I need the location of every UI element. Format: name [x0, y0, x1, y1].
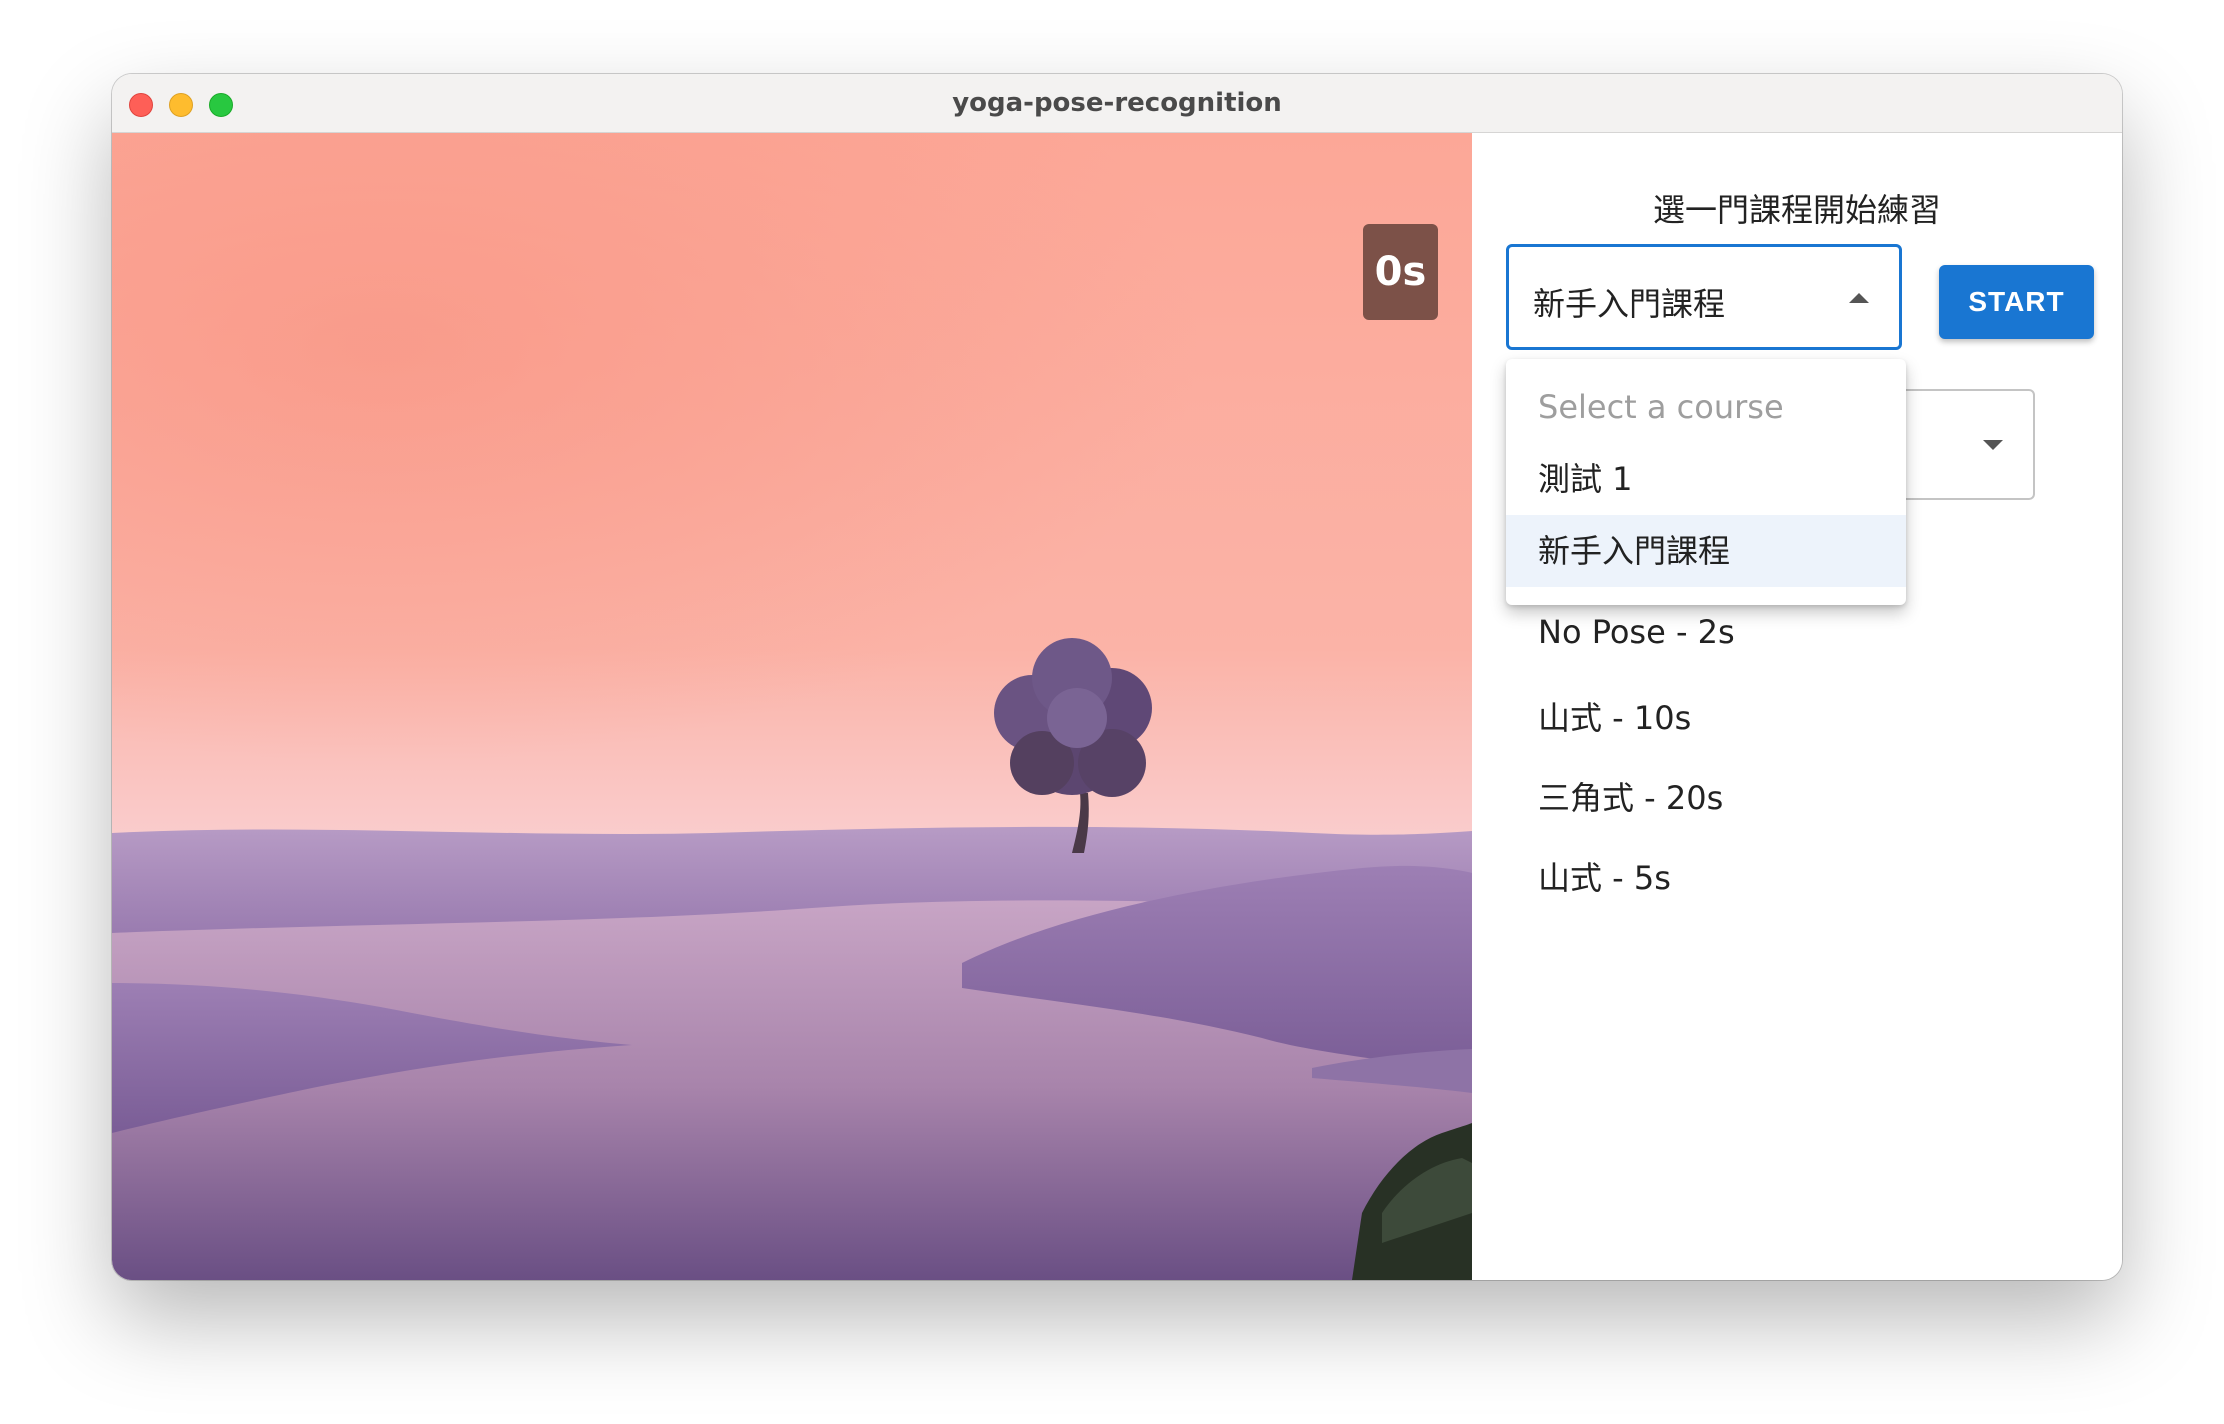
list-item: 三角式 - 20s	[1538, 779, 1724, 817]
start-button[interactable]: START	[1939, 265, 2094, 339]
timer-badge: 0s	[1363, 224, 1438, 320]
list-item: No Pose - 2s	[1538, 613, 1735, 651]
chevron-down-icon	[1983, 440, 2003, 450]
course-select[interactable]: 新手入門課程	[1506, 244, 1902, 350]
list-item: 山式 - 10s	[1538, 699, 1692, 737]
menu-item-placeholder[interactable]: Select a course	[1506, 371, 1906, 443]
course-select-value: 新手入門課程	[1533, 285, 1726, 323]
pose-list: No Pose - 2s 山式 - 10s 三角式 - 20s 山式 - 5s	[1538, 613, 1735, 933]
course-dropdown-menu: Select a course 測試 1 新手入門課程	[1506, 359, 1906, 605]
panel-heading: 選一門課程開始練習	[1652, 191, 1941, 229]
course-panel: 選一門課程開始練習 新手入門課程 START Select a course 測…	[1472, 133, 2122, 1280]
list-item: 山式 - 5s	[1538, 859, 1671, 897]
landscape-background	[112, 133, 1472, 1280]
menu-item-test-1[interactable]: 測試 1	[1506, 443, 1906, 515]
chevron-up-icon	[1849, 293, 1869, 303]
app-window: yoga-pose-recognition 0s 選一門課程開始練習 新手入門課…	[112, 74, 2122, 1280]
window-title: yoga-pose-recognition	[952, 88, 1282, 118]
menu-item-beginner-course[interactable]: 新手入門課程	[1506, 515, 1906, 587]
camera-view: 0s	[112, 133, 1472, 1280]
title-bar[interactable]: yoga-pose-recognition	[112, 74, 2122, 133]
